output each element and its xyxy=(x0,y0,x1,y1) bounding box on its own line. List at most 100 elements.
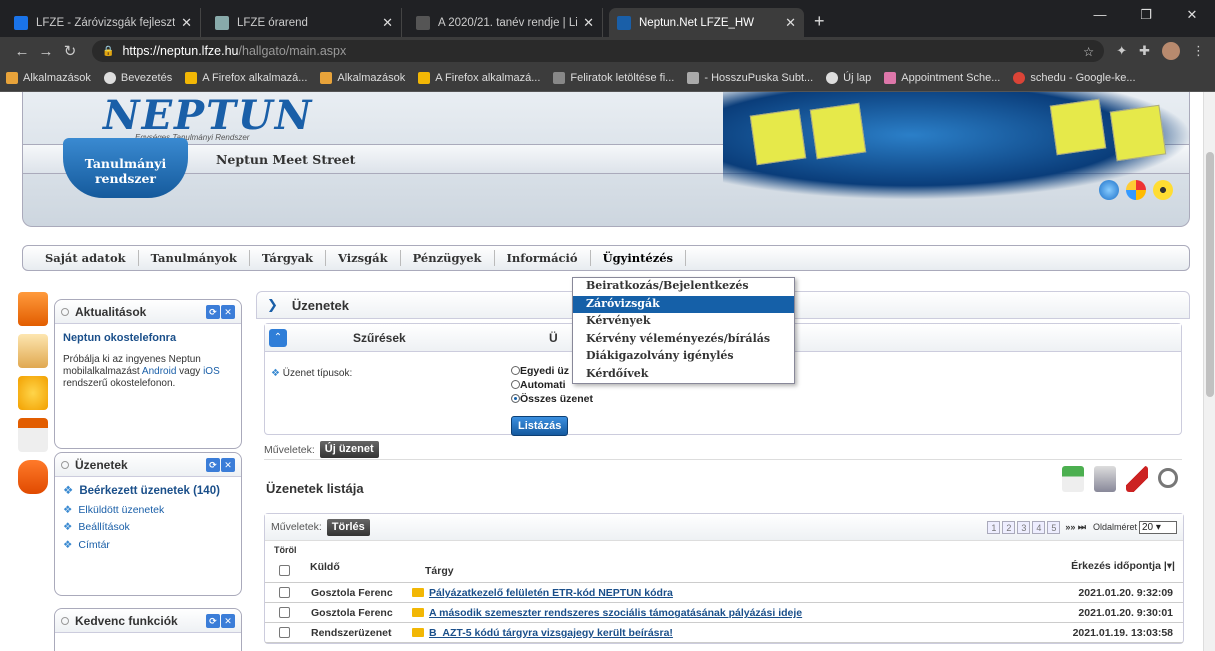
menu-ugyintezes[interactable]: Ügyintézés xyxy=(591,250,687,266)
menu-vizsgak[interactable]: Vizsgák xyxy=(326,250,401,266)
new-message-button[interactable]: Új üzenet xyxy=(319,441,379,458)
table-row[interactable]: Gosztola Ferenc Pályázatkezelő felületén… xyxy=(265,583,1183,603)
android-link[interactable]: Android xyxy=(142,366,176,377)
column-kuldo[interactable]: Küldő xyxy=(310,561,340,573)
extension-icon[interactable]: ✦ xyxy=(1116,43,1127,59)
calendar-icon[interactable] xyxy=(18,418,48,452)
close-icon[interactable]: ✕ xyxy=(221,304,235,319)
scrollbar-thumb[interactable] xyxy=(1206,152,1214,397)
bookmark-item[interactable]: Alkalmazások xyxy=(6,72,91,84)
menu-penzugyek[interactable]: Pénzügyek xyxy=(401,250,495,266)
bookmark-item[interactable]: Új lap xyxy=(826,72,871,84)
chat-icon[interactable] xyxy=(18,460,48,494)
row-checkbox[interactable] xyxy=(279,587,290,598)
profile-avatar[interactable] xyxy=(1162,42,1180,60)
pin-icon[interactable] xyxy=(1126,466,1148,492)
envelope-icon[interactable] xyxy=(18,334,48,368)
collapse-dot-icon[interactable] xyxy=(61,460,69,469)
refresh-icon[interactable]: ⟳ xyxy=(206,457,220,472)
close-icon[interactable]: ✕ xyxy=(221,613,235,628)
close-icon[interactable]: ✕ xyxy=(785,15,796,31)
select-all-checkbox[interactable] xyxy=(279,565,290,576)
table-row[interactable]: Gosztola Ferenc A második szemeszter ren… xyxy=(265,603,1183,623)
close-icon[interactable]: ✕ xyxy=(583,15,594,31)
delete-button[interactable]: Törlés xyxy=(326,518,370,536)
bookmark-item[interactable]: Alkalmazások xyxy=(320,72,405,84)
accessibility-icon[interactable] xyxy=(1153,180,1173,200)
dropdown-item-beiratkozas[interactable]: Beiratkozás/Bejelentkezés xyxy=(573,278,794,296)
table-row[interactable]: Rendszerüzenet B_AZT-5 kódú tárgyra vizs… xyxy=(265,623,1183,643)
back-icon[interactable]: ← xyxy=(10,43,34,60)
list-button[interactable]: Listázás xyxy=(511,416,569,436)
page-1[interactable]: 1 xyxy=(987,520,1001,534)
collapse-filter-button[interactable]: ⌃ xyxy=(269,328,287,347)
meet-street-link[interactable]: Neptun Meet Street xyxy=(216,152,355,167)
bookmark-item[interactable]: Feliratok letöltése fi... xyxy=(553,72,674,84)
dropdown-item-kerdoivek[interactable]: Kérdőívek xyxy=(573,366,794,384)
bookmark-item[interactable]: Appointment Sche... xyxy=(884,72,1000,84)
dropdown-item-diakigazolvany[interactable]: Diákigazolvány igénylés xyxy=(573,348,794,366)
dropdown-item-kervenyek[interactable]: Kérvények xyxy=(573,313,794,331)
radio-osszes[interactable]: Összes üzenet xyxy=(511,392,593,406)
directory-link[interactable]: ❖ Címtár xyxy=(63,539,233,552)
forward-icon[interactable]: → xyxy=(34,43,58,60)
refresh-icon[interactable]: ⟳ xyxy=(206,304,220,319)
bookmark-item[interactable]: Bevezetés xyxy=(103,72,172,84)
message-subject-link[interactable]: Pályázatkezelő felületén ETR-kód NEPTUN … xyxy=(429,587,673,599)
row-checkbox[interactable] xyxy=(279,607,290,618)
page-2[interactable]: 2 xyxy=(1002,520,1016,534)
search-icon[interactable] xyxy=(1158,468,1178,488)
menu-informacio[interactable]: Információ xyxy=(495,250,591,266)
ios-link[interactable]: iOS xyxy=(203,366,220,377)
menu-sajat-adatok[interactable]: Saját adatok xyxy=(33,250,139,266)
close-icon[interactable]: ✕ xyxy=(221,457,235,472)
page-3[interactable]: 3 xyxy=(1017,520,1031,534)
bookmark-item[interactable]: A Firefox alkalmazá... xyxy=(418,72,540,84)
menu-tanulmanyok[interactable]: Tanulmányok xyxy=(139,250,250,266)
letter-a-icon[interactable] xyxy=(18,292,48,326)
page-scrollbar[interactable] xyxy=(1203,92,1215,651)
collapse-dot-icon[interactable] xyxy=(61,616,69,625)
close-window-icon[interactable]: ✕ xyxy=(1169,0,1215,30)
color-wheel-icon[interactable] xyxy=(1126,180,1146,200)
next-page-icon[interactable]: »» ⏭ xyxy=(1065,521,1086,534)
print-icon[interactable] xyxy=(1094,466,1116,492)
browser-tab-active[interactable]: Neptun.Net LFZE_HW ✕ xyxy=(609,8,804,37)
excel-export-icon[interactable] xyxy=(1062,466,1084,492)
close-icon[interactable]: ✕ xyxy=(382,15,393,31)
bookmark-item[interactable]: - HosszuPuska Subt... xyxy=(687,72,813,84)
new-tab-button[interactable]: + xyxy=(814,8,825,37)
tanulmanyi-rendszer-tab[interactable]: Tanulmányi rendszer xyxy=(63,138,188,198)
inbox-link[interactable]: ❖ Beérkezett üzenetek (140) xyxy=(63,485,233,499)
dropdown-item-kerveny-velemenyezes[interactable]: Kérvény véleményezés/bírálás xyxy=(573,331,794,349)
star-icon[interactable] xyxy=(18,376,48,410)
menu-targyak[interactable]: Tárgyak xyxy=(250,250,327,266)
message-subject-link[interactable]: B_AZT-5 kódú tárgyra vizsgajegy került b… xyxy=(429,627,673,639)
bookmark-item[interactable]: A Firefox alkalmazá... xyxy=(185,72,307,84)
bookmark-star-icon[interactable]: ☆ xyxy=(1083,44,1094,59)
menu-icon[interactable]: ⋮ xyxy=(1192,43,1205,59)
message-subject-link[interactable]: A második szemeszter rendszeres szociáli… xyxy=(429,607,802,619)
browser-tab-2[interactable]: LFZE órarend ✕ xyxy=(207,8,402,37)
address-bar[interactable]: 🔒 https://neptun.lfze.hu/hallgato/main.a… xyxy=(92,40,1105,62)
minimize-icon[interactable]: — xyxy=(1077,0,1123,30)
okostelefon-link[interactable]: Neptun okostelefonra xyxy=(63,332,233,345)
collapse-dot-icon[interactable] xyxy=(61,307,69,316)
sent-link[interactable]: ❖ Elküldött üzenetek xyxy=(63,504,233,517)
bookmark-item[interactable]: schedu - Google-ke... xyxy=(1013,72,1136,84)
puzzle-icon[interactable]: ✚ xyxy=(1139,43,1150,59)
dropdown-item-zarovizsgak[interactable]: Záróvizsgák xyxy=(573,295,794,313)
refresh-icon[interactable]: ⟳ xyxy=(206,613,220,628)
page-4[interactable]: 4 xyxy=(1032,520,1046,534)
row-checkbox[interactable] xyxy=(279,627,290,638)
column-erkezes[interactable]: Érkezés időpontja |▾| xyxy=(1071,560,1175,572)
browser-tab-3[interactable]: A 2020/21. tanév rendje | Liszt Fe✕ xyxy=(408,8,603,37)
restore-icon[interactable]: ❐ xyxy=(1123,0,1169,30)
settings-link[interactable]: ❖ Beállítások xyxy=(63,521,233,534)
reload-icon[interactable]: ↻ xyxy=(58,42,82,60)
page-5[interactable]: 5 xyxy=(1047,520,1061,534)
browser-tab-1[interactable]: LFZE - Záróvizsgák fejlesztése - N✕ xyxy=(6,8,201,37)
column-targy[interactable]: Tárgy xyxy=(425,565,454,577)
globe-icon[interactable] xyxy=(1099,180,1119,200)
page-size-select[interactable]: 20 ▾ xyxy=(1139,520,1177,534)
